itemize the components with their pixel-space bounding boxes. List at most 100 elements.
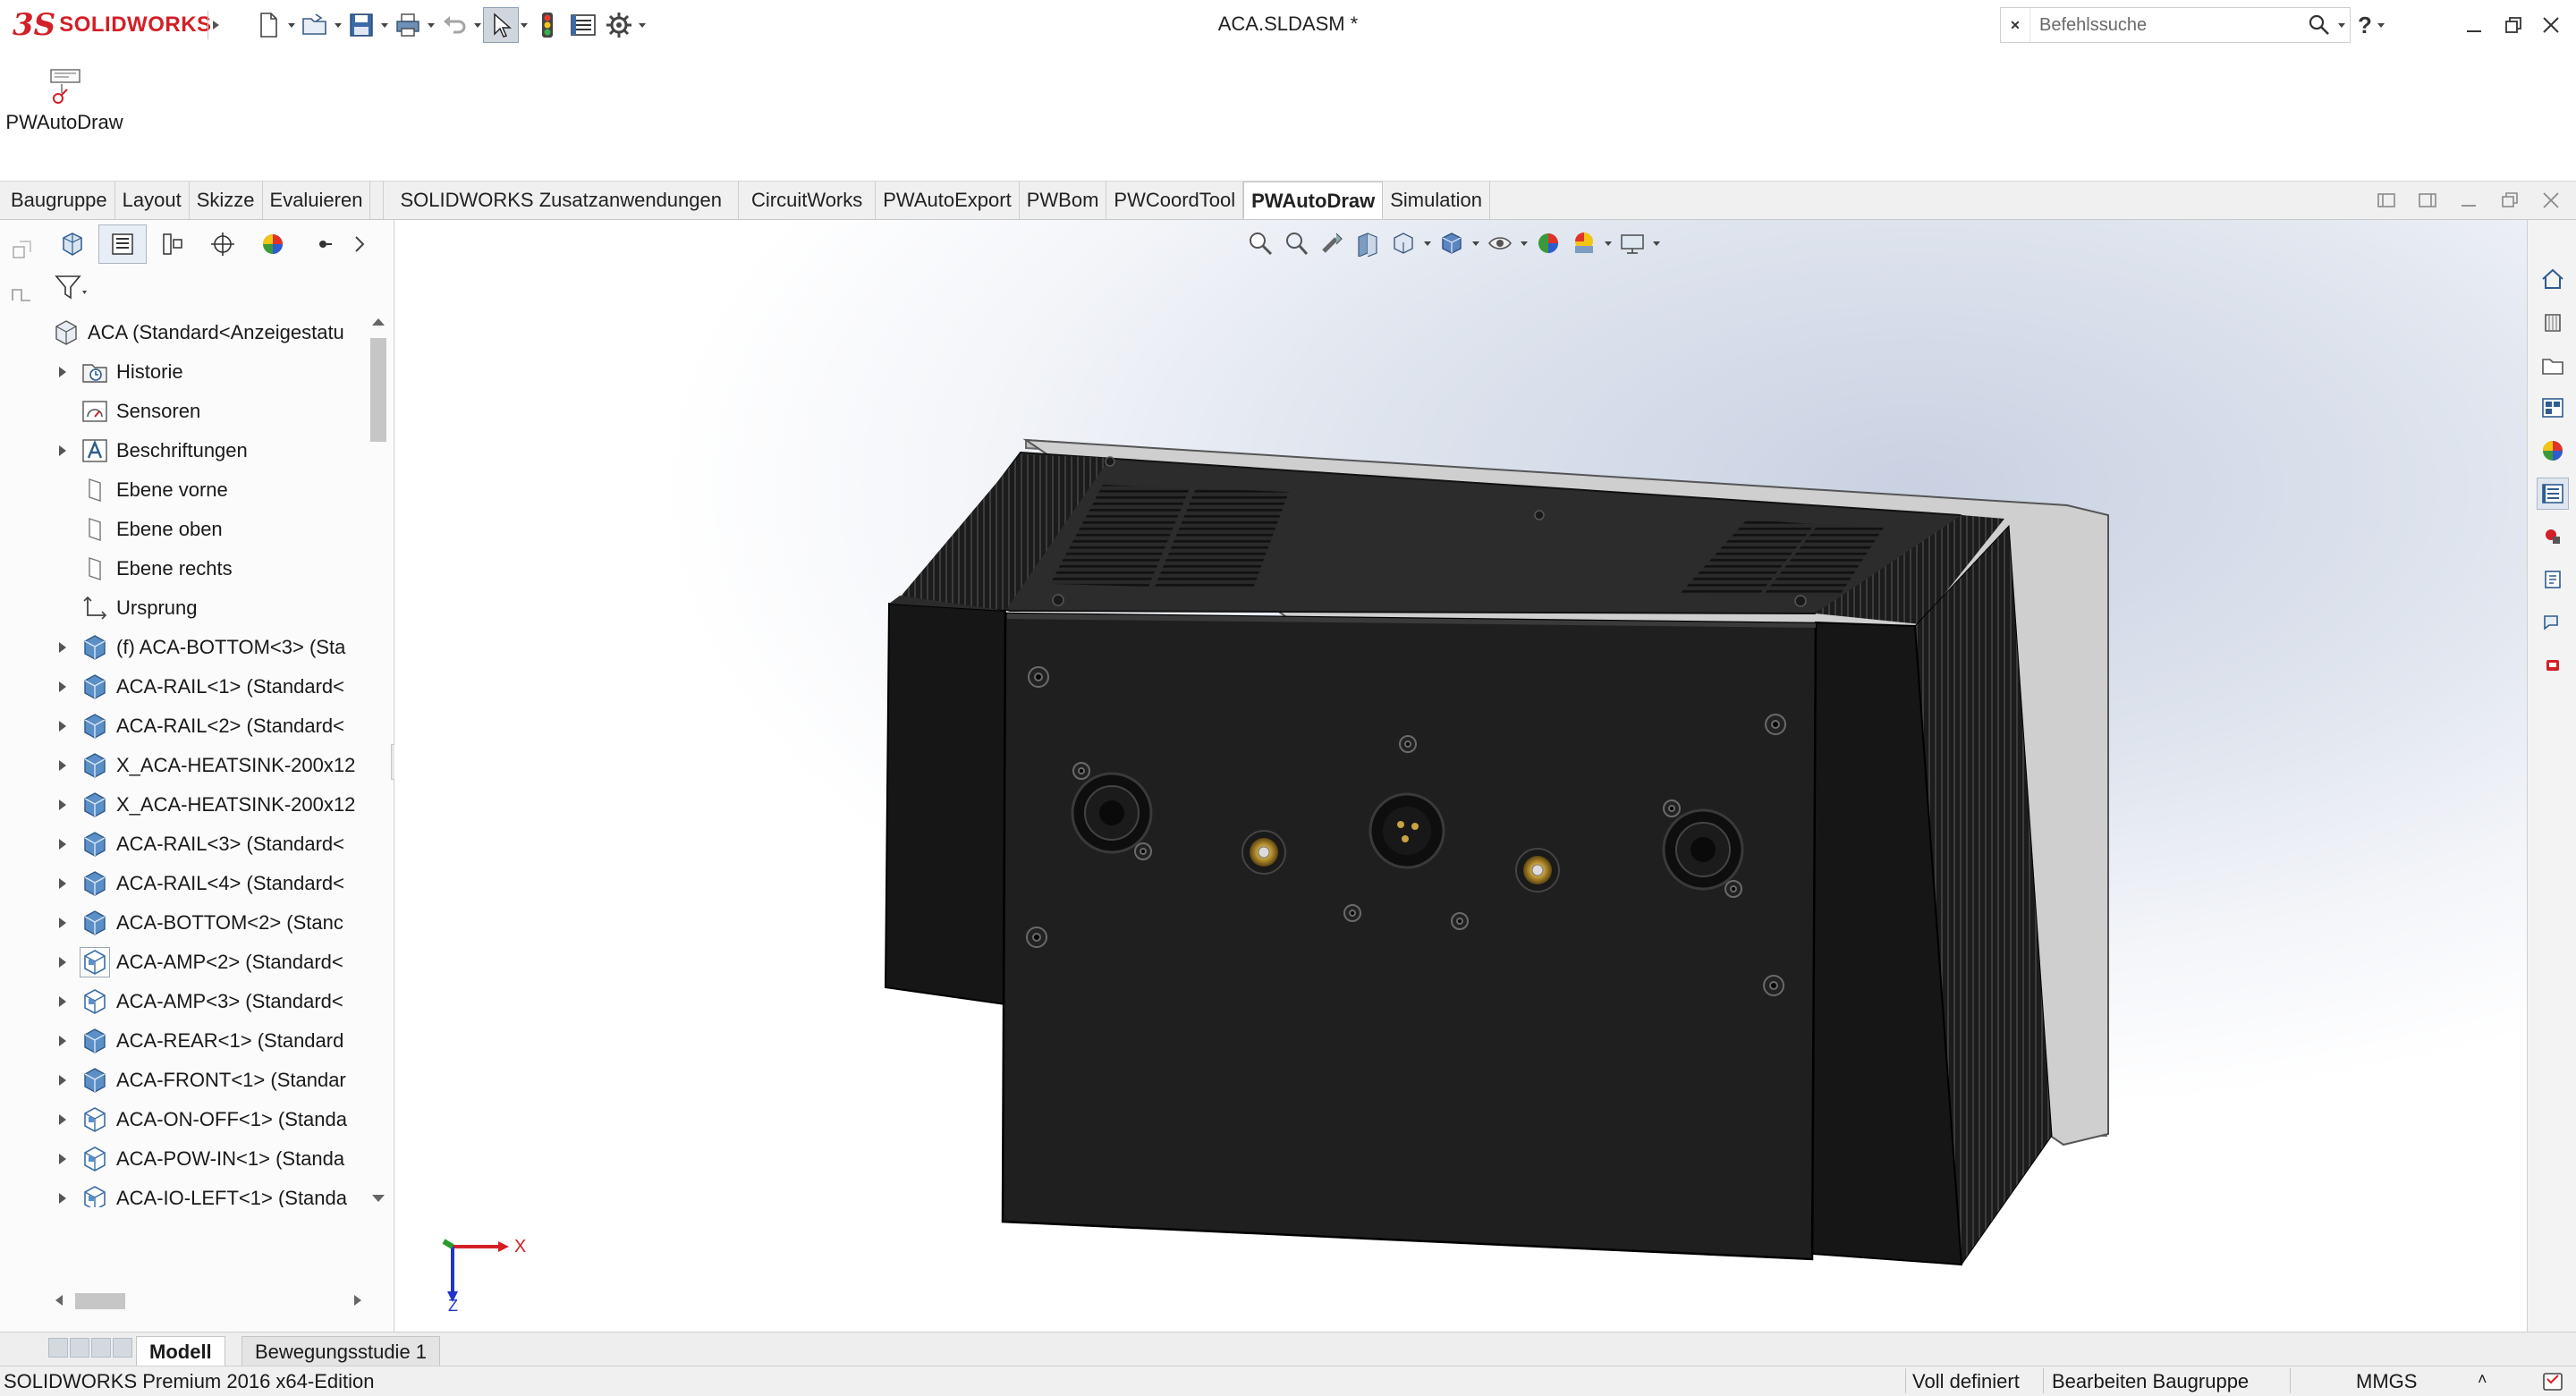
tree-item-aca-amp-2-standard[interactable]: ACA-AMP<2> (Standard< — [48, 943, 367, 982]
graphics-area[interactable]: X Z — [394, 220, 2527, 1332]
tree-root-assembly[interactable]: ACA (Standard<Anzeigestatu — [48, 313, 367, 352]
sketch-line-icon[interactable] — [9, 279, 36, 306]
expand-arrow-icon[interactable] — [48, 667, 77, 706]
scroll-up-arrow-icon[interactable] — [372, 318, 385, 326]
save-dropdown[interactable] — [379, 7, 390, 43]
tree-horizontal-scrollbar[interactable] — [48, 1291, 367, 1311]
previous-tab-arrow-icon[interactable] — [70, 1338, 89, 1358]
tree-item-ebene-rechts[interactable]: Ebene rechts — [48, 549, 367, 588]
undo-dropdown[interactable] — [472, 7, 483, 43]
minimize-icon[interactable] — [2456, 9, 2492, 41]
expand-arrow-icon[interactable] — [48, 903, 77, 943]
new-document-dropdown[interactable] — [286, 7, 297, 43]
expand-arrow-icon[interactable] — [48, 825, 77, 864]
addin-tool-red-icon[interactable] — [2537, 520, 2569, 553]
status-units[interactable]: MMGS — [2356, 1370, 2417, 1393]
expand-arrow-icon[interactable] — [48, 785, 77, 825]
tree-item-f-aca-bottom-3-sta[interactable]: (f) ACA-BOTTOM<3> (Sta — [48, 628, 367, 667]
tree-item-historie[interactable]: Historie — [48, 352, 367, 392]
tree-item-ebene-oben[interactable]: Ebene oben — [48, 510, 367, 549]
addin-tool-red-box-icon[interactable] — [2537, 649, 2569, 681]
view-palette-icon[interactable] — [2537, 392, 2569, 424]
tree-item-aca-bottom-2-stanc[interactable]: ACA-BOTTOM<2> (Stanc — [48, 903, 367, 943]
expand-arrow-icon[interactable] — [48, 1100, 77, 1139]
filter-icon[interactable] — [54, 273, 89, 303]
command-search-input[interactable] — [2030, 8, 2303, 42]
logo-flyout-arrow-icon[interactable] — [208, 11, 223, 39]
tree-item-aca-io-left-1-standa[interactable]: ACA-IO-LEFT<1> (Standa — [48, 1179, 367, 1207]
amplifier-assembly-model[interactable] — [394, 220, 2527, 1332]
custom-properties-icon[interactable] — [2537, 478, 2569, 510]
help-dropdown[interactable] — [2376, 12, 2386, 38]
undo-icon[interactable] — [436, 7, 472, 43]
tree-item-x-aca-heatsink-200x12[interactable]: X_ACA-HEATSINK-200x12 — [48, 785, 367, 825]
tab-modell[interactable]: Modell — [136, 1336, 225, 1367]
tree-item-aca-front-1-standar[interactable]: ACA-FRONT<1> (Standar — [48, 1061, 367, 1100]
first-tab-arrow-icon[interactable] — [48, 1338, 68, 1358]
tab-pwautoexport[interactable]: PWAutoExport — [876, 182, 1020, 219]
expand-arrow-icon[interactable] — [48, 628, 77, 667]
expand-arrow-icon[interactable] — [48, 706, 77, 746]
search-icon[interactable] — [2303, 8, 2335, 42]
close-icon[interactable] — [2533, 9, 2569, 41]
horizontal-scroll-thumb[interactable] — [75, 1293, 125, 1309]
tab-evaluieren[interactable]: Evaluieren — [263, 182, 371, 219]
tree-item-x-aca-heatsink-200x12[interactable]: X_ACA-HEATSINK-200x12 — [48, 746, 367, 785]
expand-arrow-icon[interactable] — [48, 746, 77, 785]
next-tab-arrow-icon[interactable] — [91, 1338, 111, 1358]
last-tab-arrow-icon[interactable] — [113, 1338, 132, 1358]
new-document-icon[interactable] — [250, 7, 286, 43]
tree-item-aca-rear-1-standard[interactable]: ACA-REAR<1> (Standard — [48, 1021, 367, 1061]
tab-pwbom[interactable]: PWBom — [1020, 182, 1107, 219]
tree-item-aca-rail-4-standard[interactable]: ACA-RAIL<4> (Standard< — [48, 864, 367, 903]
tile-window-icon[interactable] — [2370, 187, 2402, 214]
tab-pwcoordtool[interactable]: PWCoordTool — [1106, 182, 1244, 219]
file-explorer-icon[interactable] — [2537, 349, 2569, 381]
tree-item-aca-pow-in-1-standa[interactable]: ACA-POW-IN<1> (Standa — [48, 1139, 367, 1179]
options-dropdown[interactable] — [637, 7, 648, 43]
status-quick-tips-icon[interactable] — [2542, 1370, 2565, 1393]
expand-arrow-icon[interactable] — [48, 431, 77, 470]
tree-vertical-scrollbar[interactable] — [367, 313, 392, 1207]
tree-item-aca-rail-1-standard[interactable]: ACA-RAIL<1> (Standard< — [48, 667, 367, 706]
help-icon[interactable]: ? — [2358, 12, 2372, 39]
tab-bewegungsstudie-1[interactable]: Bewegungsstudie 1 — [242, 1336, 441, 1367]
select-dropdown[interactable] — [519, 7, 530, 43]
addin-tool-chat-icon[interactable] — [2537, 606, 2569, 639]
rebuild-traffic-light-icon[interactable] — [530, 7, 565, 43]
restore-window-icon[interactable] — [2496, 9, 2531, 41]
open-dropdown[interactable] — [333, 7, 343, 43]
scroll-thumb[interactable] — [370, 338, 386, 442]
tab-skizze[interactable]: Skizze — [190, 182, 263, 219]
tab-circuitworks[interactable]: CircuitWorks — [739, 182, 877, 219]
tree-item-aca-rail-2-standard[interactable]: ACA-RAIL<2> (Standard< — [48, 706, 367, 746]
options-gear-icon[interactable] — [601, 7, 637, 43]
expand-arrow-icon[interactable] — [48, 982, 77, 1021]
manager-tabs-more-icon[interactable] — [349, 224, 370, 264]
expand-arrow-icon[interactable] — [48, 352, 77, 392]
search-dropdown[interactable] — [2335, 8, 2350, 42]
scroll-down-arrow-icon[interactable] — [372, 1195, 385, 1202]
expand-arrow-icon[interactable] — [48, 1061, 77, 1100]
print-dropdown[interactable] — [426, 7, 436, 43]
tree-item-ursprung[interactable]: Ursprung — [48, 588, 367, 628]
solidworks-logo[interactable]: 3S SOLIDWORKS — [13, 5, 212, 45]
save-icon[interactable] — [343, 7, 379, 43]
tree-item-aca-on-off-1-standa[interactable]: ACA-ON-OFF<1> (Standa — [48, 1100, 367, 1139]
tree-item-aca-rail-3-standard[interactable]: ACA-RAIL<3> (Standard< — [48, 825, 367, 864]
scroll-left-arrow-icon[interactable] — [55, 1295, 63, 1306]
tree-item-beschriftungen[interactable]: Beschriftungen — [48, 431, 367, 470]
document-restore-icon[interactable] — [2494, 187, 2526, 214]
feature-manager-tab-icon[interactable] — [98, 224, 147, 264]
print-icon[interactable] — [390, 7, 426, 43]
configuration-manager-tab-icon[interactable] — [199, 224, 247, 264]
expand-arrow-icon[interactable] — [48, 1139, 77, 1179]
tree-item-aca-amp-3-standard[interactable]: ACA-AMP<3> (Standard< — [48, 982, 367, 1021]
feature-filter[interactable] — [54, 270, 104, 306]
file-properties-icon[interactable] — [565, 7, 601, 43]
expand-arrow-icon[interactable] — [48, 864, 77, 903]
tab-pwautodraw[interactable]: PWAutoDraw — [1243, 182, 1384, 219]
property-manager-tab-icon[interactable] — [148, 224, 197, 264]
help-menu[interactable]: ? — [2358, 9, 2386, 41]
smart-component-icon[interactable] — [9, 236, 36, 263]
